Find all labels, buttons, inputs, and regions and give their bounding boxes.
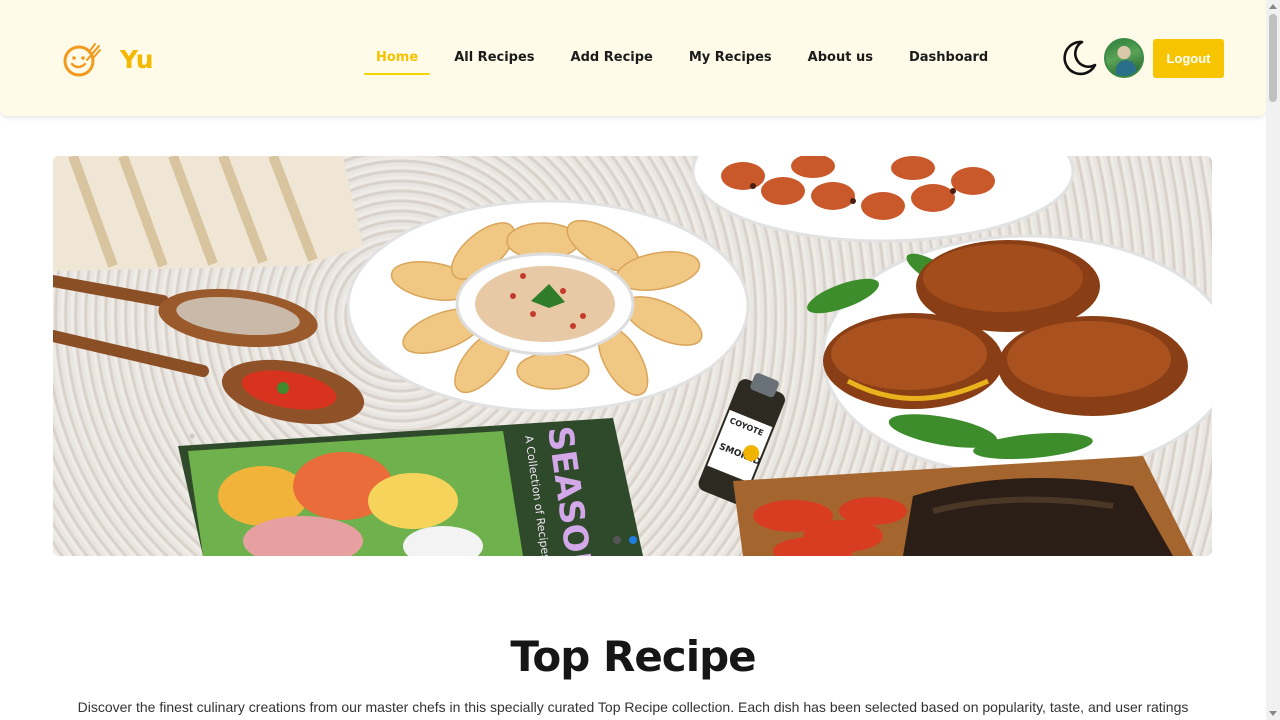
towel [53,156,363,271]
page: Yu Home All Recipes Add Recipe My Recipe… [0,0,1280,720]
wooden-spoons [53,275,365,425]
roasted-plate [691,156,1075,243]
smiley-fork-icon [63,43,101,77]
hero-carousel[interactable]: SEASONED A Collection of Recipes to Bene… [53,156,1212,556]
section-title: Top Recipe [510,632,756,681]
navbar: Yu Home All Recipes Add Recipe My Recipe… [0,0,1266,116]
carousel-dots [613,536,645,544]
logout-button[interactable]: Logout [1153,38,1224,78]
nav-home[interactable]: Home [364,46,431,75]
carousel-dot[interactable] [613,536,621,544]
burger-plate [807,234,1212,478]
cutting-board [733,456,1193,556]
nav-dashboard[interactable]: Dashboard [909,46,988,75]
scroll-up-arrow-icon[interactable] [1269,4,1277,9]
cookbook: SEASONED A Collection of Recipes to Bene… [178,418,643,556]
scroll-down-arrow-icon[interactable] [1269,711,1277,716]
main-nav: Home All Recipes Add Recipe My Recipes A… [364,46,1024,75]
nav-about-us[interactable]: About us [808,46,873,75]
nav-all-recipes[interactable]: All Recipes [454,46,534,75]
brand-name: Yu [120,44,154,74]
pita-plate [346,199,750,413]
moon-icon[interactable] [1058,38,1098,78]
section-description: Discover the finest culinary creations f… [77,699,1189,715]
nav-my-recipes[interactable]: My Recipes [689,46,772,75]
nav-add-recipe[interactable]: Add Recipe [571,46,653,75]
page-scrollbar[interactable] [1266,0,1280,720]
scroll-thumb[interactable] [1269,14,1277,102]
carousel-dot-active[interactable] [629,536,637,544]
food-spread-photo: SEASONED A Collection of Recipes to Bene… [53,156,1212,556]
nav-actions: Logout [1058,38,1224,78]
user-avatar[interactable] [1104,38,1144,78]
brand[interactable]: Yu [62,40,154,78]
